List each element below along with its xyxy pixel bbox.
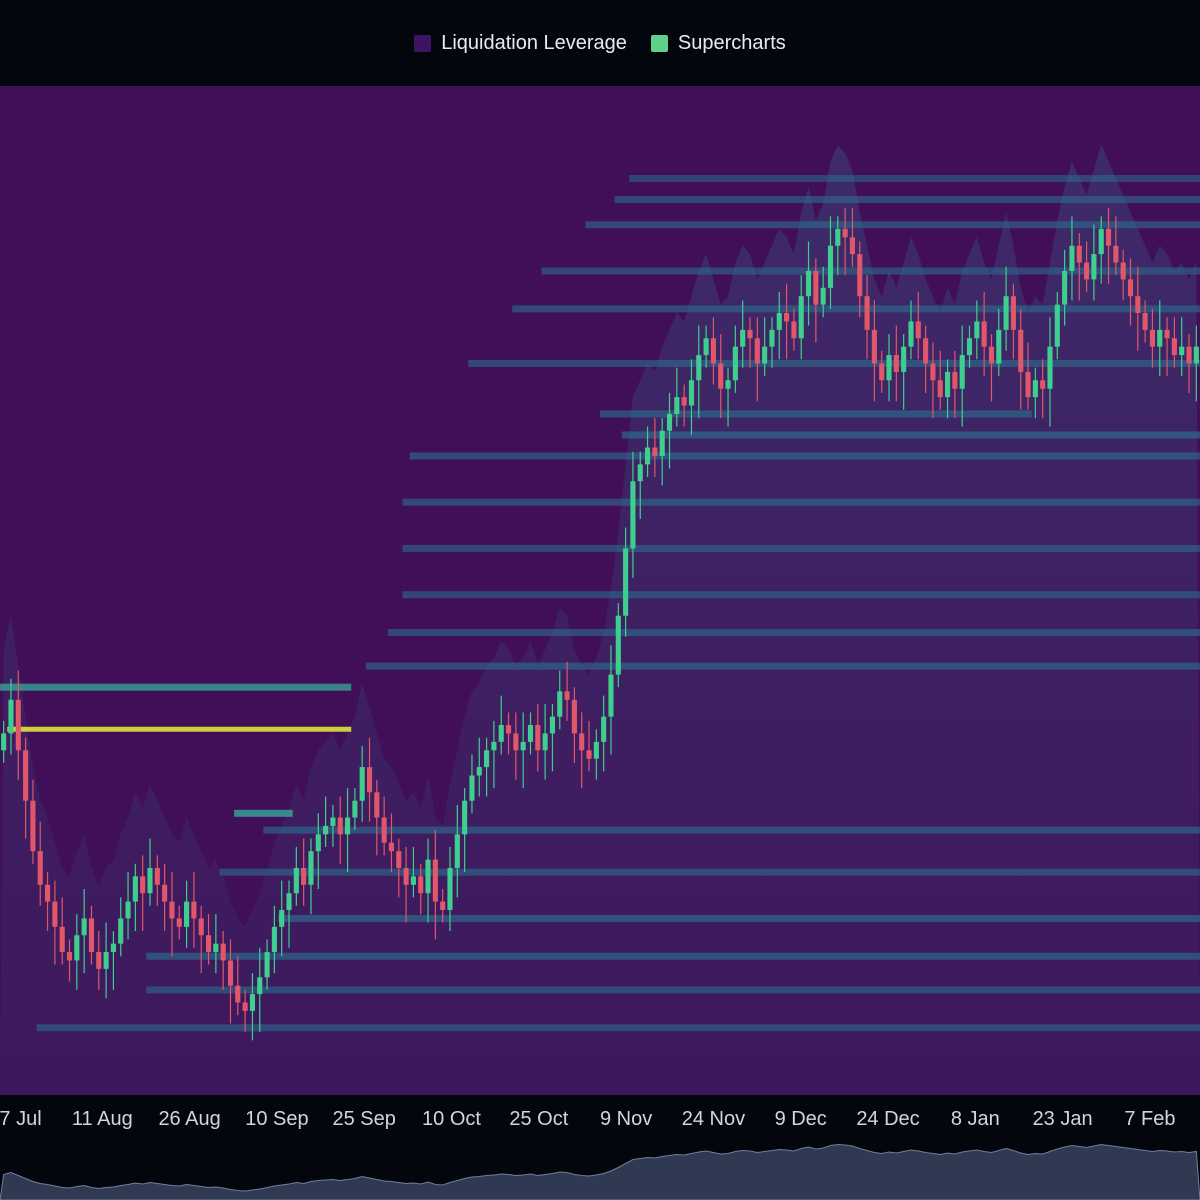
x-tick-label: 26 Aug	[158, 1108, 220, 1130]
liquidation-level[interactable]	[409, 452, 1200, 460]
x-tick-label: 23 Jan	[1033, 1108, 1093, 1130]
liquidation-level[interactable]	[585, 221, 1200, 229]
x-tick-label: 9 Dec	[775, 1108, 827, 1130]
x-tick-label: 25 Sep	[333, 1108, 396, 1130]
x-tick-label: 24 Nov	[682, 1108, 745, 1130]
x-tick-label: 7 Feb	[1124, 1108, 1175, 1130]
liquidation-level[interactable]	[512, 305, 1200, 313]
liquidation-level[interactable]	[36, 1024, 1200, 1032]
liquidation-level[interactable]	[614, 196, 1200, 204]
liquidation-level[interactable]	[468, 359, 1200, 367]
liquidation-level[interactable]	[263, 826, 1200, 834]
liquidation-level[interactable]	[146, 952, 1200, 960]
liquidation-level[interactable]	[0, 683, 352, 691]
liquidation-level[interactable]	[621, 431, 1200, 439]
liquidation-level[interactable]	[600, 410, 1032, 418]
liquidation-level[interactable]	[146, 986, 1200, 994]
liquidation-level[interactable]	[7, 726, 352, 732]
liquidation-level[interactable]	[387, 629, 1200, 637]
x-tick-label: 9 Nov	[600, 1108, 652, 1130]
liquidation-level[interactable]	[278, 914, 1200, 922]
x-tick-label: 25 Oct	[509, 1108, 568, 1130]
liquidation-level[interactable]	[234, 809, 293, 817]
x-tick-label: 24 Dec	[856, 1108, 919, 1130]
liquidation-heatmap-chart[interactable]: 27 Jul 11 Aug 26 Aug 10 Sep 25 Sep 10 Oct 25 O…	[0, 0, 1200, 1200]
liquidation-level[interactable]	[402, 544, 1200, 552]
x-tick-label: 10 Oct	[422, 1108, 481, 1130]
liquidation-level[interactable]	[365, 662, 1200, 670]
liquidation-level[interactable]	[402, 498, 1200, 506]
x-tick-label: 11 Aug	[72, 1108, 133, 1130]
liquidation-level[interactable]	[402, 591, 1200, 599]
liquidation-level[interactable]	[219, 868, 1200, 876]
x-tick-label: 10 Sep	[245, 1108, 308, 1130]
x-tick-label: 27 Jul	[0, 1108, 42, 1130]
liquidation-level[interactable]	[629, 174, 1200, 182]
x-tick-label: 8 Jan	[951, 1108, 1000, 1130]
